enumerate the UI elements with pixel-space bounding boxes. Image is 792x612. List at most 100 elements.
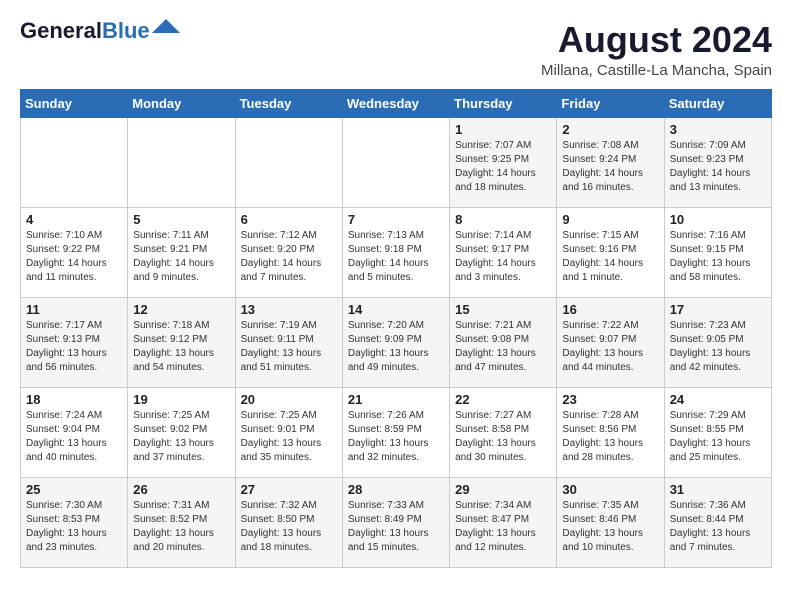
cell-text: Sunrise: 7:33 AM Sunset: 8:49 PM Dayligh… xyxy=(348,499,444,555)
calendar-cell: 3 Sunrise: 7:09 AM Sunset: 9:23 PM Daylig… xyxy=(664,117,771,207)
calendar-week-row: 18Sunrise: 7:24 AM Sunset: 9:04 PM Dayli… xyxy=(21,387,772,477)
calendar-cell: 12 Sunrise: 7:18 AM Sunset: 9:12 PM Dayli… xyxy=(128,297,235,387)
cell-text: Sunrise: 7:12 AM Sunset: 9:20 PM Dayligh… xyxy=(241,229,337,285)
day-header-sunday: Sunday xyxy=(21,89,128,117)
calendar-cell: 9 Sunrise: 7:15 AM Sunset: 9:16 PM Daylig… xyxy=(557,207,664,297)
day-headers-row: SundayMondayTuesdayWednesdayThursdayFrid… xyxy=(21,89,772,117)
logo-general: General xyxy=(20,18,102,43)
calendar-week-row: 25Sunrise: 7:30 AM Sunset: 8:53 PM Dayli… xyxy=(21,477,772,567)
calendar-cell: 7Sunrise: 7:13 AM Sunset: 9:18 PM Daylig… xyxy=(342,207,449,297)
day-number: 31 xyxy=(670,482,766,497)
page-header: GeneralBlue August 2024 Millana, Castill… xyxy=(20,20,772,79)
day-number: 23 xyxy=(562,392,658,407)
calendar-week-row: 11 Sunrise: 7:17 AM Sunset: 9:13 PM Dayli… xyxy=(21,297,772,387)
cell-text: Sunrise: 7:13 AM Sunset: 9:18 PM Dayligh… xyxy=(348,229,444,285)
calendar-week-row: 4Sunrise: 7:10 AM Sunset: 9:22 PM Daylig… xyxy=(21,207,772,297)
logo-arrow-icon xyxy=(152,19,180,33)
cell-text: Sunrise: 7:16 AM Sunset: 9:15 PM Dayligh… xyxy=(670,229,766,285)
title-block: August 2024 Millana, Castille-La Mancha,… xyxy=(541,20,772,79)
cell-text: Sunrise: 7:17 AM Sunset: 9:13 PM Dayligh… xyxy=(26,319,122,375)
day-number: 21 xyxy=(348,392,444,407)
calendar-cell: 30 Sunrise: 7:35 AM Sunset: 8:46 PM Dayli… xyxy=(557,477,664,567)
cell-text: Sunrise: 7:14 AM Sunset: 9:17 PM Dayligh… xyxy=(455,229,551,285)
day-header-friday: Friday xyxy=(557,89,664,117)
calendar-cell: 4Sunrise: 7:10 AM Sunset: 9:22 PM Daylig… xyxy=(21,207,128,297)
day-header-tuesday: Tuesday xyxy=(235,89,342,117)
cell-text: Sunrise: 7:22 AM Sunset: 9:07 PM Dayligh… xyxy=(562,319,658,375)
day-number: 17 xyxy=(670,302,766,317)
calendar-cell: 28 Sunrise: 7:33 AM Sunset: 8:49 PM Dayli… xyxy=(342,477,449,567)
calendar-cell: 19 Sunrise: 7:25 AM Sunset: 9:02 PM Dayli… xyxy=(128,387,235,477)
day-number: 27 xyxy=(241,482,337,497)
day-number: 24 xyxy=(670,392,766,407)
cell-text: Sunrise: 7:07 AM Sunset: 9:25 PM Dayligh… xyxy=(455,139,551,195)
calendar-cell: 22Sunrise: 7:27 AM Sunset: 8:58 PM Dayli… xyxy=(450,387,557,477)
cell-text: Sunrise: 7:29 AM Sunset: 8:55 PM Dayligh… xyxy=(670,409,766,465)
day-header-saturday: Saturday xyxy=(664,89,771,117)
day-header-thursday: Thursday xyxy=(450,89,557,117)
cell-text: Sunrise: 7:35 AM Sunset: 8:46 PM Dayligh… xyxy=(562,499,658,555)
day-number: 22 xyxy=(455,392,551,407)
day-number: 16 xyxy=(562,302,658,317)
logo-blue: Blue xyxy=(102,18,150,43)
day-number: 20 xyxy=(241,392,337,407)
calendar-cell: 23Sunrise: 7:28 AM Sunset: 8:56 PM Dayli… xyxy=(557,387,664,477)
calendar-cell: 24 Sunrise: 7:29 AM Sunset: 8:55 PM Dayli… xyxy=(664,387,771,477)
day-number: 5 xyxy=(133,212,229,227)
cell-text: Sunrise: 7:32 AM Sunset: 8:50 PM Dayligh… xyxy=(241,499,337,555)
day-number: 25 xyxy=(26,482,122,497)
calendar-cell xyxy=(342,117,449,207)
cell-text: Sunrise: 7:26 AM Sunset: 8:59 PM Dayligh… xyxy=(348,409,444,465)
day-number: 12 xyxy=(133,302,229,317)
location: Millana, Castille-La Mancha, Spain xyxy=(541,62,772,79)
calendar-cell: 29 Sunrise: 7:34 AM Sunset: 8:47 PM Dayli… xyxy=(450,477,557,567)
day-number: 11 xyxy=(26,302,122,317)
cell-text: Sunrise: 7:25 AM Sunset: 9:01 PM Dayligh… xyxy=(241,409,337,465)
calendar-cell: 10 Sunrise: 7:16 AM Sunset: 9:15 PM Dayli… xyxy=(664,207,771,297)
calendar-cell: 11 Sunrise: 7:17 AM Sunset: 9:13 PM Dayli… xyxy=(21,297,128,387)
cell-text: Sunrise: 7:23 AM Sunset: 9:05 PM Dayligh… xyxy=(670,319,766,375)
month-year: August 2024 xyxy=(541,20,772,60)
day-number: 18 xyxy=(26,392,122,407)
day-number: 28 xyxy=(348,482,444,497)
calendar-cell: 5Sunrise: 7:11 AM Sunset: 9:21 PM Daylig… xyxy=(128,207,235,297)
calendar-cell: 26Sunrise: 7:31 AM Sunset: 8:52 PM Dayli… xyxy=(128,477,235,567)
day-number: 26 xyxy=(133,482,229,497)
calendar-cell xyxy=(21,117,128,207)
calendar-cell: 13 Sunrise: 7:19 AM Sunset: 9:11 PM Dayli… xyxy=(235,297,342,387)
day-number: 30 xyxy=(562,482,658,497)
calendar-cell: 1 Sunrise: 7:07 AM Sunset: 9:25 PM Daylig… xyxy=(450,117,557,207)
day-number: 15 xyxy=(455,302,551,317)
day-number: 2 xyxy=(562,122,658,137)
day-number: 10 xyxy=(670,212,766,227)
calendar-cell xyxy=(128,117,235,207)
cell-text: Sunrise: 7:21 AM Sunset: 9:08 PM Dayligh… xyxy=(455,319,551,375)
calendar-body: 1 Sunrise: 7:07 AM Sunset: 9:25 PM Daylig… xyxy=(21,117,772,567)
day-number: 9 xyxy=(562,212,658,227)
calendar-cell xyxy=(235,117,342,207)
day-number: 3 xyxy=(670,122,766,137)
day-number: 14 xyxy=(348,302,444,317)
cell-text: Sunrise: 7:18 AM Sunset: 9:12 PM Dayligh… xyxy=(133,319,229,375)
calendar-cell: 25Sunrise: 7:30 AM Sunset: 8:53 PM Dayli… xyxy=(21,477,128,567)
calendar-table: SundayMondayTuesdayWednesdayThursdayFrid… xyxy=(20,89,772,568)
calendar-cell: 18Sunrise: 7:24 AM Sunset: 9:04 PM Dayli… xyxy=(21,387,128,477)
calendar-cell: 20 Sunrise: 7:25 AM Sunset: 9:01 PM Dayli… xyxy=(235,387,342,477)
cell-text: Sunrise: 7:15 AM Sunset: 9:16 PM Dayligh… xyxy=(562,229,658,285)
day-header-monday: Monday xyxy=(128,89,235,117)
cell-text: Sunrise: 7:36 AM Sunset: 8:44 PM Dayligh… xyxy=(670,499,766,555)
day-number: 13 xyxy=(241,302,337,317)
day-header-wednesday: Wednesday xyxy=(342,89,449,117)
day-number: 29 xyxy=(455,482,551,497)
cell-text: Sunrise: 7:09 AM Sunset: 9:23 PM Dayligh… xyxy=(670,139,766,195)
calendar-cell: 17 Sunrise: 7:23 AM Sunset: 9:05 PM Dayli… xyxy=(664,297,771,387)
day-number: 19 xyxy=(133,392,229,407)
calendar-header: SundayMondayTuesdayWednesdayThursdayFrid… xyxy=(21,89,772,117)
cell-text: Sunrise: 7:25 AM Sunset: 9:02 PM Dayligh… xyxy=(133,409,229,465)
cell-text: Sunrise: 7:19 AM Sunset: 9:11 PM Dayligh… xyxy=(241,319,337,375)
day-number: 4 xyxy=(26,212,122,227)
logo-text: GeneralBlue xyxy=(20,20,150,42)
calendar-cell: 8Sunrise: 7:14 AM Sunset: 9:17 PM Daylig… xyxy=(450,207,557,297)
day-number: 1 xyxy=(455,122,551,137)
cell-text: Sunrise: 7:34 AM Sunset: 8:47 PM Dayligh… xyxy=(455,499,551,555)
